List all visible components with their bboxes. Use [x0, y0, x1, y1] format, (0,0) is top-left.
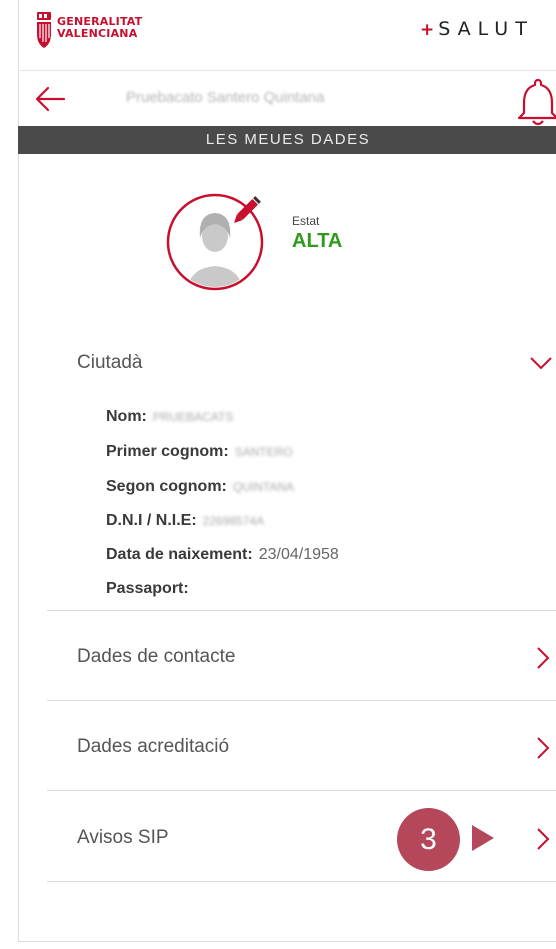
- pointer-arrow-icon: [472, 825, 494, 851]
- field-value: SANTERO: [234, 445, 293, 459]
- bell-icon[interactable]: [516, 76, 556, 126]
- user-avatar-edit-icon[interactable]: [165, 192, 265, 292]
- arrow-left-icon[interactable]: [34, 85, 66, 113]
- field-label: Data de naixement:: [106, 546, 253, 563]
- status-caption: Estat: [292, 214, 320, 228]
- section-acreditacio-title[interactable]: Dades acreditació: [77, 736, 229, 758]
- salut-brand: +SALUT: [420, 18, 534, 40]
- divider: [47, 610, 556, 611]
- org-line-2: VALENCIANA: [57, 27, 138, 40]
- status-value: ALTA: [292, 230, 343, 252]
- field-value: 22698574A: [202, 514, 265, 528]
- field-value: PRUEBACATS: [152, 410, 234, 424]
- page-title: LES MEUES DADES: [18, 126, 556, 154]
- chevron-right-icon[interactable]: [530, 645, 556, 671]
- brand-plus: +: [420, 20, 439, 40]
- field-segon-cognom: Segon cognom: QUINTANA: [106, 478, 294, 496]
- divider: [47, 881, 556, 882]
- section-avisos-title[interactable]: Avisos SIP: [77, 827, 169, 849]
- step-marker: 3: [397, 808, 460, 871]
- brand-name: SALUT: [438, 18, 534, 40]
- divider: [47, 700, 556, 701]
- field-label: Passaport:: [106, 580, 189, 597]
- field-nom: Nom: PRUEBACATS: [106, 408, 233, 426]
- field-data-naixement: Data de naixement: 23/04/1958: [106, 546, 339, 564]
- field-value: QUINTANA: [232, 480, 295, 494]
- section-ciutada-title[interactable]: Ciutadà: [77, 352, 143, 374]
- chevron-right-icon[interactable]: [530, 826, 556, 852]
- user-name: Pruebacato Santero Quintana: [126, 89, 325, 106]
- field-label: Nom:: [106, 408, 147, 425]
- divider: [47, 790, 556, 791]
- section-contacte-title[interactable]: Dades de contacte: [77, 646, 235, 668]
- field-label: Primer cognom:: [106, 443, 229, 460]
- field-passaport: Passaport:: [106, 580, 195, 598]
- field-primer-cognom: Primer cognom: SANTERO: [106, 443, 293, 461]
- field-label: Segon cognom:: [106, 478, 227, 495]
- field-value: 23/04/1958: [258, 546, 339, 563]
- field-label: D.N.I / N.I.E:: [106, 512, 197, 529]
- field-dni: D.N.I / N.I.E: 22698574A: [106, 512, 264, 530]
- generalitat-shield-icon: [37, 12, 51, 48]
- chevron-down-icon[interactable]: [528, 350, 554, 376]
- chevron-right-icon[interactable]: [530, 735, 556, 761]
- nav-bar: Pruebacato Santero Quintana: [18, 70, 556, 126]
- generalitat-logo: GENERALITAT VALENCIANA: [35, 10, 155, 54]
